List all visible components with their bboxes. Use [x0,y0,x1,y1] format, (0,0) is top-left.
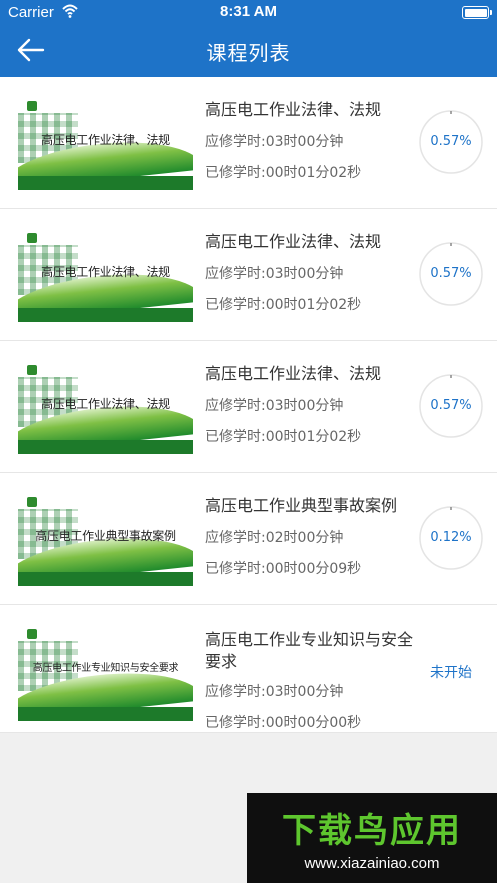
course-item[interactable]: 高压电工作业法律、法规 高压电工作业法律、法规 应修学时:03时00分钟 已修学… [0,341,497,473]
course-item[interactable]: 高压电工作业法律、法规 高压电工作业法律、法规 应修学时:03时00分钟 已修学… [0,209,497,341]
course-thumbnail: 高压电工作业典型事故案例 [18,491,193,586]
watermark-title: 下载鸟应用 [282,811,462,851]
page-title: 课程列表 [206,41,291,65]
course-name: 高压电工作业专业知识与安全要求 [205,630,414,671]
course-thumbnail: 高压电工作业法律、法规 [18,359,193,454]
course-thumbnail: 高压电工作业法律、法规 [18,95,193,190]
completed-hours: 已修学时:00时01分02秒 [205,429,362,445]
completed-hours: 已修学时:00时00分00秒 [205,715,362,731]
course-list: 高压电工作业法律、法规 高压电工作业法律、法规 应修学时:03时00分钟 已修学… [0,77,497,733]
completed-hours: 已修学时:00时01分02秒 [205,297,362,313]
course-item[interactable]: 高压电工作业典型事故案例 高压电工作业典型事故案例 应修学时:02时00分钟 已… [0,473,497,605]
app-header: Carrier 8:31 AM 课程列表 [0,0,497,77]
progress-percent: 0.57% [430,266,472,281]
brand-logo-icon [27,497,37,507]
status-bar: Carrier 8:31 AM [0,0,497,26]
completed-hours: 已修学时:00时00分09秒 [205,561,362,577]
required-hours: 应修学时:03时00分钟 [205,134,344,150]
brand-logo-icon [27,101,37,111]
thumbnail-title: 高压电工作业法律、法规 [41,397,170,411]
course-thumbnail: 高压电工作业法律、法规 [18,227,193,322]
required-hours: 应修学时:03时00分钟 [205,266,344,282]
required-hours: 应修学时:03时00分钟 [205,398,344,414]
thumbnail-title: 高压电工作业专业知识与安全要求 [32,663,179,674]
thumbnail-title: 高压电工作业法律、法规 [41,265,170,279]
progress-percent: 0.57% [430,134,472,149]
brand-logo-icon [27,365,37,375]
course-item[interactable]: 高压电工作业专业知识与安全要求 高压电工作业专业知识与安全要求 应修学时:03时… [0,605,497,733]
battery-icon [462,6,492,19]
required-hours: 应修学时:02时00分钟 [205,530,344,546]
brand-logo-icon [27,233,37,243]
progress-percent: 0.12% [430,530,472,545]
completed-hours: 已修学时:00时01分02秒 [205,165,362,181]
thumbnail-title: 高压电工作业法律、法规 [41,133,170,147]
course-name: 高压电工作业法律、法规 [205,100,382,119]
status-not-started: 未开始 [430,665,472,681]
brand-logo-icon [27,629,37,639]
thumbnail-title: 高压电工作业典型事故案例 [35,529,176,543]
required-hours: 应修学时:03时00分钟 [205,684,344,700]
course-thumbnail: 高压电工作业专业知识与安全要求 [18,623,193,721]
progress-percent: 0.57% [430,398,472,413]
watermark-url: www.xiazainiao.com [304,855,440,872]
course-item[interactable]: 高压电工作业法律、法规 高压电工作业法律、法规 应修学时:03时00分钟 已修学… [0,77,497,209]
course-name: 高压电工作业法律、法规 [205,232,382,251]
course-name: 高压电工作业典型事故案例 [205,496,398,515]
status-time: 8:31 AM [220,3,277,20]
watermark-banner: 下载鸟应用 www.xiazainiao.com [247,793,497,883]
course-name: 高压电工作业法律、法规 [205,364,382,383]
